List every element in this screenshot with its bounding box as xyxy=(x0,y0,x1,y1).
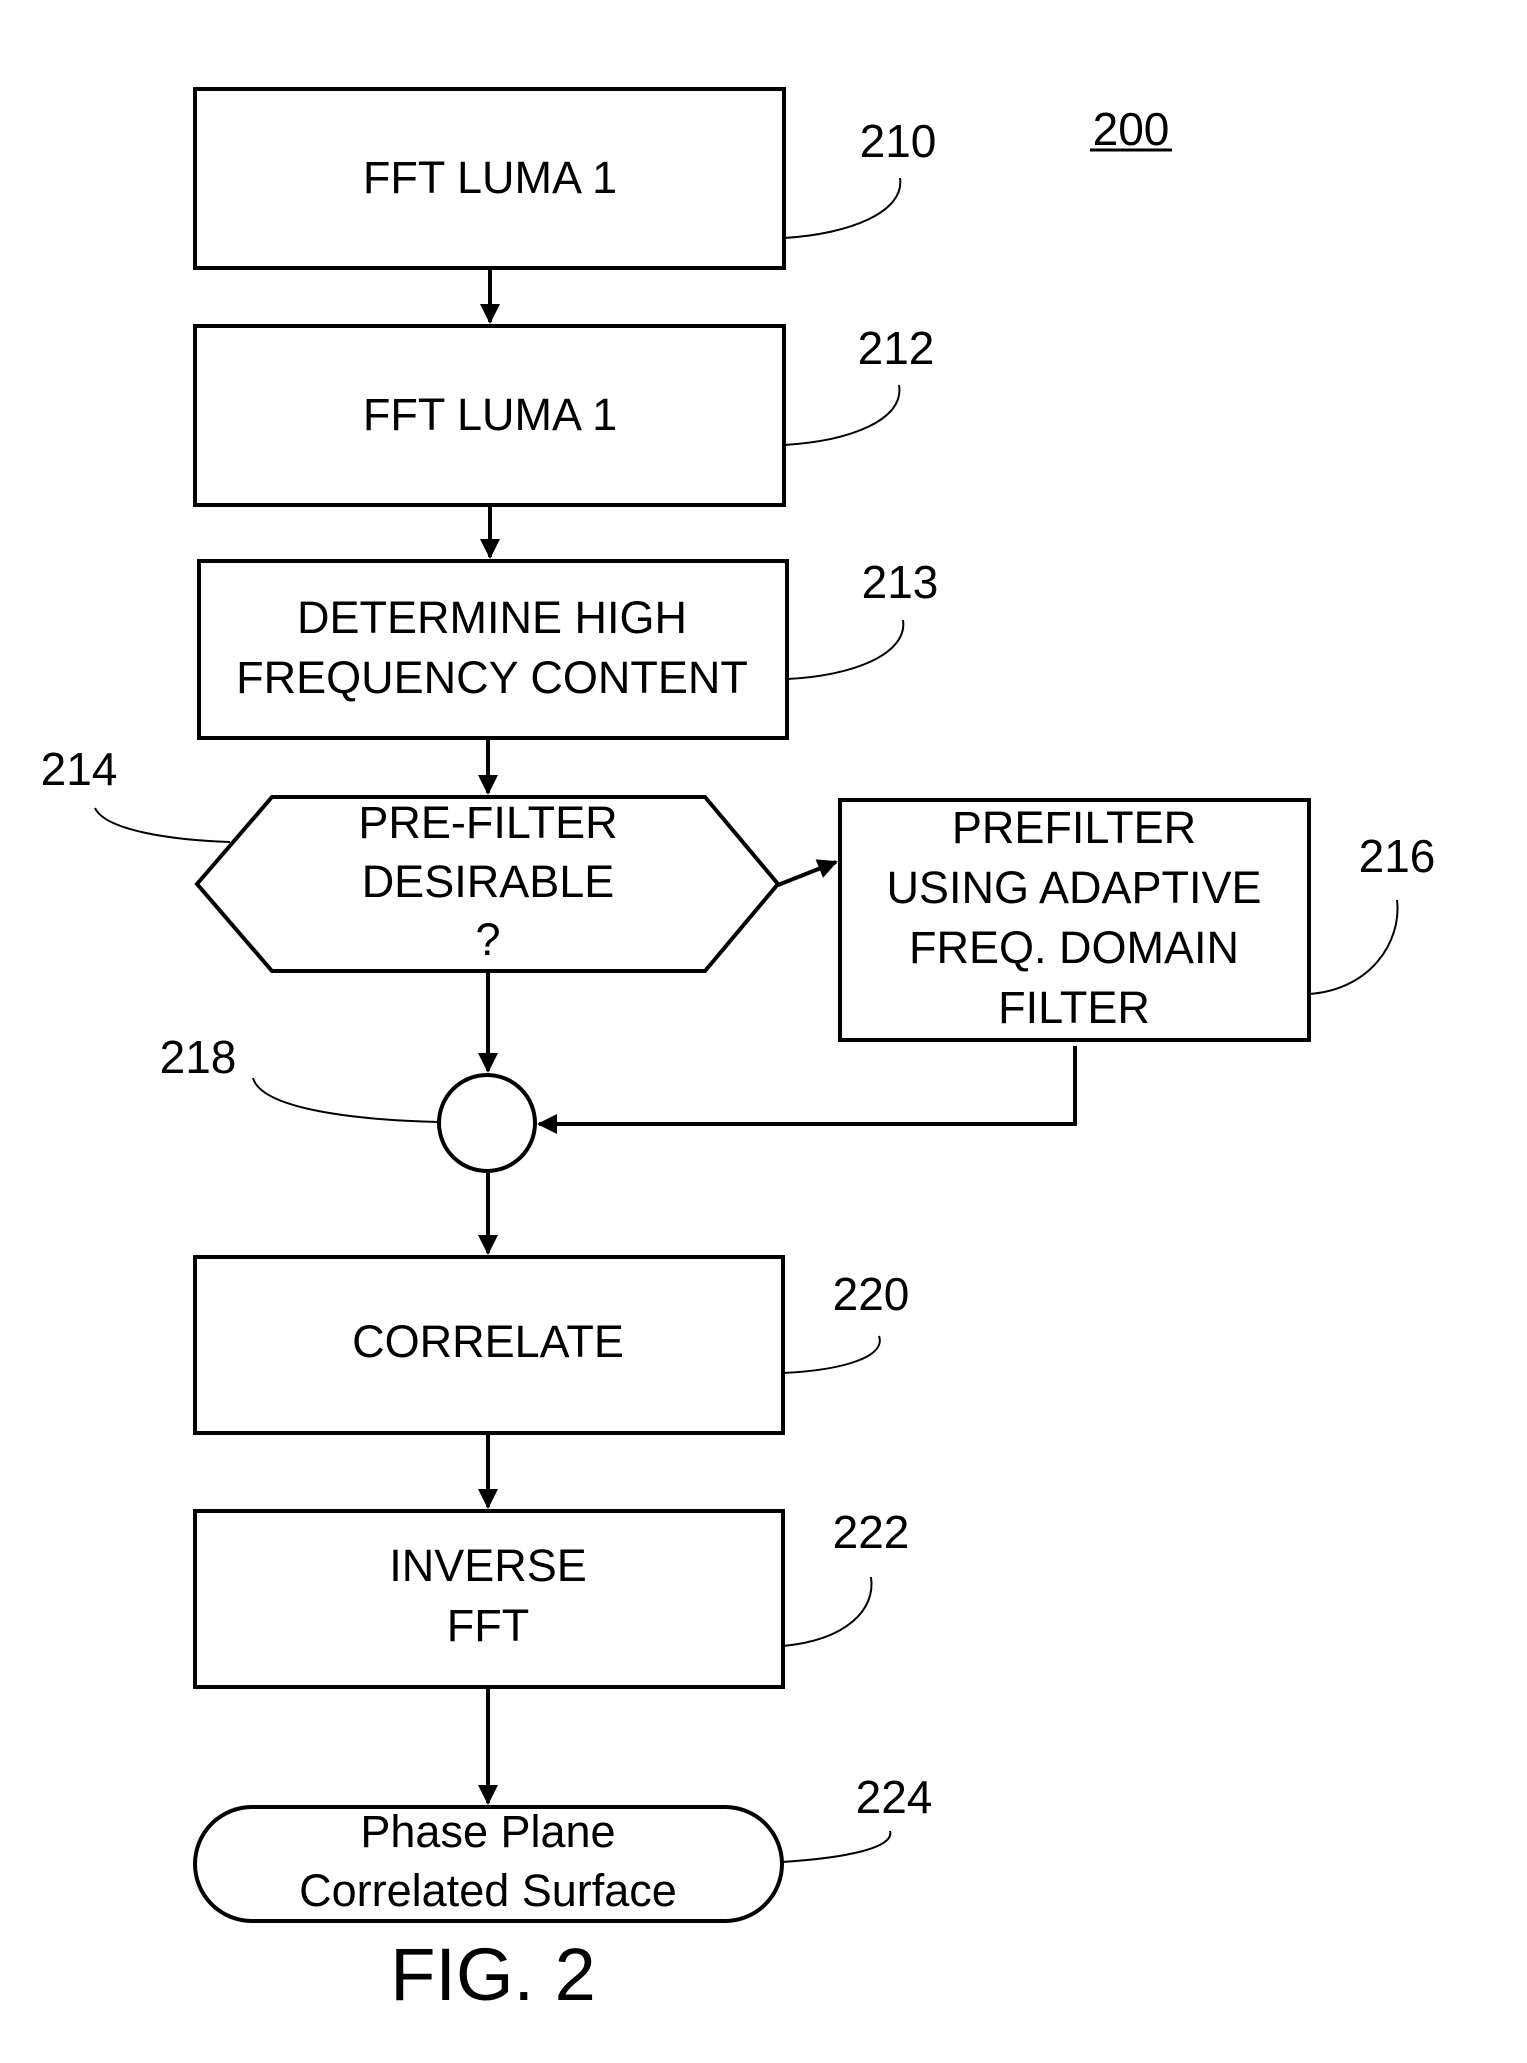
edge-216-218 xyxy=(537,1046,1077,1134)
ref-label-216: 216 xyxy=(1359,830,1436,882)
leader-212 xyxy=(783,384,901,446)
box-216-text-line3: FREQ. DOMAIN xyxy=(909,922,1239,973)
leader-213 xyxy=(786,619,905,680)
terminal-224-text-line2: Correlated Surface xyxy=(299,1865,677,1916)
decision-214-text-line2: DESIRABLE xyxy=(362,856,615,907)
decision-hexagon-214: PRE-FILTER DESIRABLE ? xyxy=(194,795,781,973)
ref-label-224: 224 xyxy=(856,1771,933,1823)
box-210-text: FFT LUMA 1 xyxy=(363,152,617,203)
terminal-224: Phase Plane Correlated Surface xyxy=(193,1805,784,1923)
process-box-212: FFT LUMA 1 xyxy=(193,324,786,507)
process-box-216: PREFILTER USING ADAPTIVE FREQ. DOMAIN FI… xyxy=(838,798,1311,1042)
process-box-222: INVERSE FFT xyxy=(193,1509,785,1689)
process-box-220: CORRELATE xyxy=(193,1255,785,1435)
figure-number-text: 200 xyxy=(1093,103,1170,155)
leader-214 xyxy=(94,807,231,843)
box-213-text-line1: DETERMINE HIGH xyxy=(297,592,687,643)
ref-label-210: 210 xyxy=(860,115,937,167)
decision-214-text-line3: ? xyxy=(475,914,500,965)
box-216-text-line4: FILTER xyxy=(998,982,1150,1033)
box-222-text-line2: FFT xyxy=(447,1600,529,1651)
box-220-text: CORRELATE xyxy=(352,1316,624,1367)
box-216-text-line2: USING ADAPTIVE xyxy=(886,862,1261,913)
leader-210 xyxy=(783,177,902,239)
box-212-text: FFT LUMA 1 xyxy=(363,389,617,440)
box-216-text-line1: PREFILTER xyxy=(952,802,1196,853)
junction-circle-218 xyxy=(437,1073,537,1173)
ref-label-214: 214 xyxy=(41,743,118,795)
ref-label-213: 213 xyxy=(862,556,939,608)
figure-number-label: 200 xyxy=(1090,103,1172,155)
ref-label-222: 222 xyxy=(833,1506,910,1558)
figure-caption: FIG. 2 xyxy=(390,1933,596,2016)
leader-216 xyxy=(1308,899,1399,995)
process-box-213: DETERMINE HIGH FREQUENCY CONTENT xyxy=(197,559,789,740)
flowchart-canvas: 200 FFT LUMA 1 210 FFT LUMA 1 212 DETERM… xyxy=(41,87,1436,2016)
terminal-224-text-line1: Phase Plane xyxy=(360,1806,615,1857)
edge-214-216 xyxy=(777,859,838,887)
ref-label-212: 212 xyxy=(858,322,935,374)
leader-224 xyxy=(781,1830,892,1863)
ref-label-220: 220 xyxy=(833,1268,910,1320)
box-213-text-line2: FREQUENCY CONTENT xyxy=(236,652,748,703)
ref-label-218: 218 xyxy=(160,1031,237,1083)
process-box-210: FFT LUMA 1 xyxy=(193,87,786,270)
leader-218 xyxy=(252,1077,439,1123)
leader-220 xyxy=(782,1335,881,1374)
leader-222 xyxy=(782,1576,873,1647)
box-222-text-line1: INVERSE xyxy=(389,1540,587,1591)
decision-214-text-line1: PRE-FILTER xyxy=(358,797,617,848)
